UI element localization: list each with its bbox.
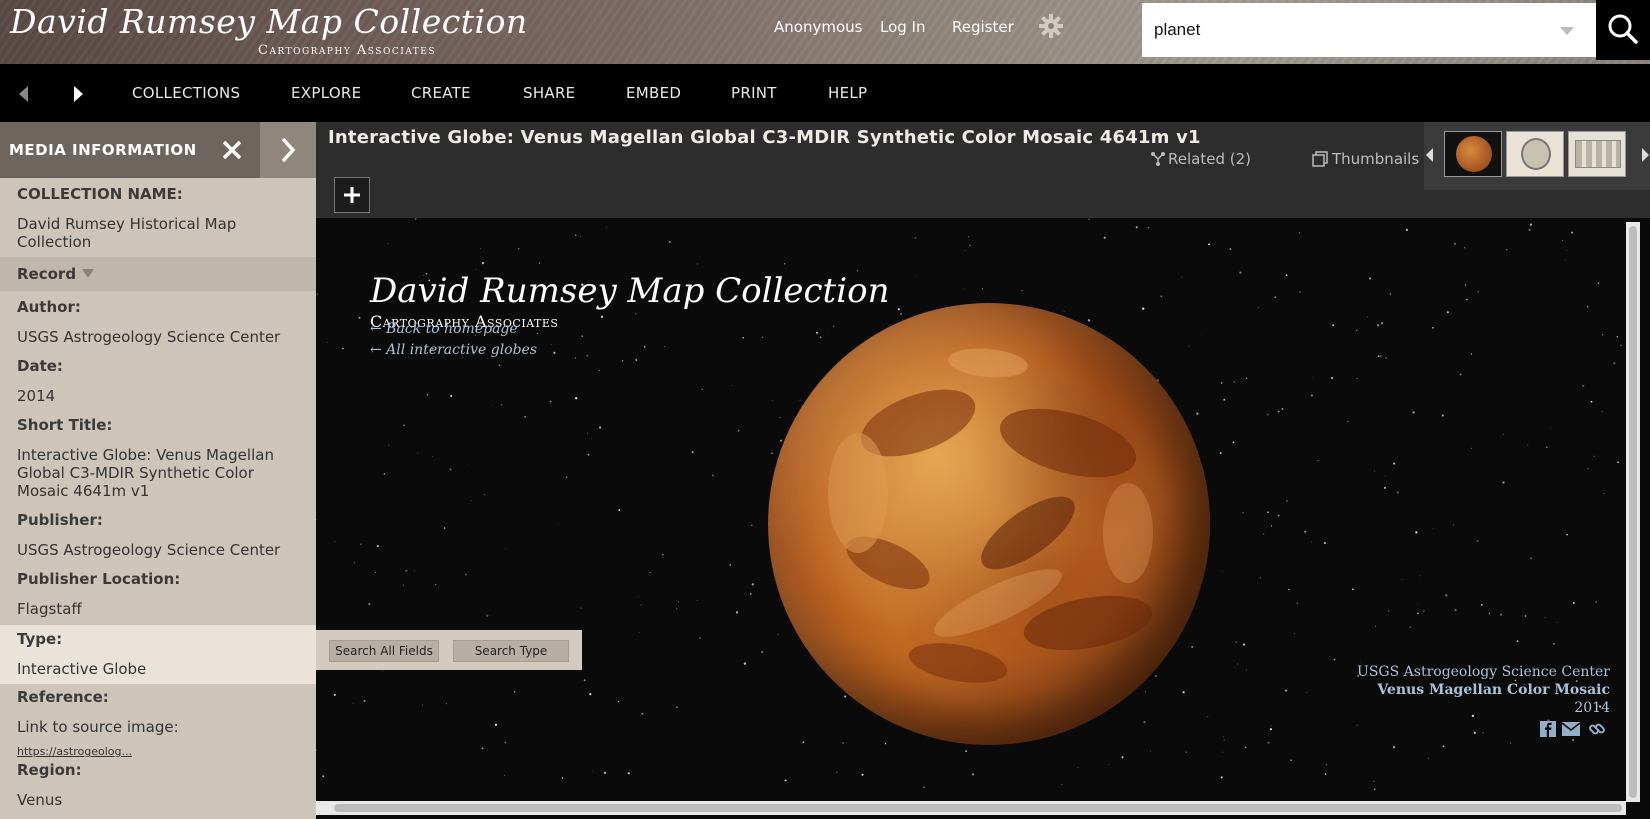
chevron-down-icon[interactable] [1560,27,1574,35]
site-header: David Rumsey Map Collection Cartography … [0,0,1650,64]
venus-surface-texture [828,348,1153,683]
mail-icon[interactable] [1562,722,1580,736]
search-button[interactable] [1596,0,1650,60]
back-to-homepage-link[interactable]: ← Back to homepage [370,321,518,337]
publisher-location-label: Publisher Location: [17,570,181,588]
share-icons [1540,718,1610,740]
region-value: Venus [17,791,63,809]
search-box [1142,3,1596,57]
credit-title: Venus Magellan Color Mosaic [1377,682,1610,698]
type-value: Interactive Globe [17,660,147,678]
media-info-title: MEDIA INFORMATION [9,141,197,159]
caret-down-icon [82,269,94,278]
item-title-bar: Interactive Globe: Venus Magellan Global… [316,122,1650,218]
thumbnails-link[interactable]: Thumbnails [1332,150,1419,168]
short-title-value: Interactive Globe: Venus Magellan Global… [17,446,274,500]
facebook-icon[interactable] [1540,721,1556,737]
expand-panel-button[interactable] [260,122,316,178]
date-label: Date: [17,357,63,375]
media-info-header: MEDIA INFORMATION [0,122,260,178]
register-link[interactable]: Register [952,18,1014,36]
publisher-label: Publisher: [17,511,103,529]
chevron-right-icon[interactable] [1642,148,1650,162]
item-title: Interactive Globe: Venus Magellan Global… [328,127,1201,148]
record-label: Record [17,265,77,283]
short-title-label: Short Title: [17,416,113,434]
thumbnail-venus[interactable] [1444,131,1502,177]
main-nav: COLLECTIONS EXPLORE CREATE SHARE EMBED P… [0,64,1650,122]
horizontal-scrollbar[interactable] [316,801,1626,815]
chevron-right-icon [281,137,296,163]
search-all-fields-button[interactable]: Search All Fields [329,640,439,662]
thumbnails-icon [1312,151,1328,171]
plus-icon [344,187,360,203]
chevron-left-icon[interactable] [12,82,36,106]
search-icon [1608,14,1638,44]
credit-year: 2014 [1574,700,1610,716]
region-label: Region: [17,761,82,779]
search-type-button[interactable]: Search Type [453,640,569,662]
collection-name-value: David Rumsey Historical Map Collection [17,215,237,251]
nav-embed[interactable]: EMBED [626,84,681,102]
publisher-location-value: Flagstaff [17,600,82,618]
search-field-popup: Search All Fields Search Type [316,630,582,670]
nav-share[interactable]: SHARE [523,84,575,102]
add-button[interactable] [334,177,370,213]
publisher-value: USGS Astrogeology Science Center [17,541,281,559]
nav-explore[interactable]: EXPLORE [291,84,361,102]
collection-name-label: COLLECTION NAME: [17,185,183,203]
globe-viewer[interactable]: David Rumsey Map Collection Cartography … [316,218,1650,819]
scrollbar-thumb-vertical[interactable] [1629,226,1637,798]
source-image-link[interactable]: https://astrogeolog... [17,745,132,758]
related-icon [1150,151,1166,171]
date-value: 2014 [17,387,56,405]
reference-value: Link to source image: [17,718,179,736]
anonymous-link[interactable]: Anonymous [774,18,862,36]
thumbnail-plate[interactable] [1568,131,1626,177]
author-label: Author: [17,298,81,316]
gear-icon[interactable] [1038,13,1064,39]
related-link[interactable]: Related (2) [1168,150,1251,168]
nav-print[interactable]: PRINT [731,84,777,102]
login-link[interactable]: Log In [880,18,926,36]
chevron-left-icon[interactable] [1426,148,1434,162]
media-info-panel: COLLECTION NAME: David Rumsey Historical… [0,178,316,819]
close-icon[interactable] [218,136,246,164]
reference-label: Reference: [17,688,109,706]
record-row[interactable]: Record [0,257,316,291]
chevron-right-icon[interactable] [66,82,90,106]
thumbnail-strip [1424,122,1650,190]
nav-create[interactable]: CREATE [411,84,471,102]
author-value: USGS Astrogeology Science Center [17,328,281,346]
nav-help[interactable]: HELP [828,84,867,102]
thumbnail-chart[interactable] [1506,131,1564,177]
viewer-title: David Rumsey Map Collection [370,271,890,311]
search-input[interactable] [1142,3,1542,57]
site-logo-subtitle[interactable]: Cartography Associates [258,43,436,58]
nav-collections[interactable]: COLLECTIONS [132,84,240,102]
link-icon[interactable] [1588,720,1606,738]
type-row[interactable]: Type: Interactive Globe [0,625,316,684]
type-label: Type: [17,630,63,648]
credit-organization: USGS Astrogeology Science Center [1357,664,1610,680]
all-globes-link[interactable]: ← All interactive globes [370,342,537,358]
site-logo-title[interactable]: David Rumsey Map Collection [10,2,528,41]
scrollbar-thumb-horizontal[interactable] [334,804,1622,812]
vertical-scrollbar[interactable] [1626,222,1640,802]
